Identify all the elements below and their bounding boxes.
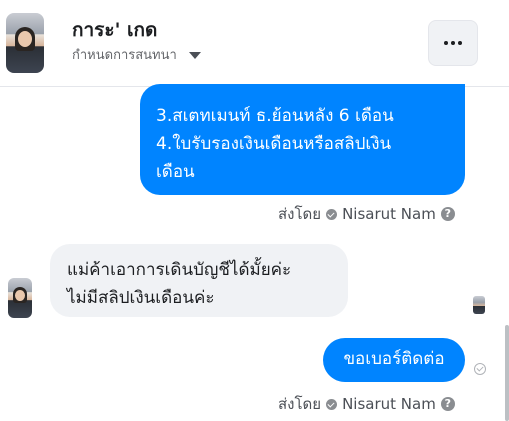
help-icon[interactable]: ? bbox=[440, 207, 455, 221]
incoming-message-bubble[interactable]: แม่ค้าเอาการเดินบัญชีได้มั้ยค่ะ ไม่มีสลิ… bbox=[50, 244, 348, 317]
conversation-settings-label: กำหนดการสนทนา bbox=[72, 48, 177, 63]
help-icon[interactable]: ? bbox=[440, 397, 455, 411]
more-options-button[interactable] bbox=[428, 20, 478, 66]
sent-by-indicator: ส่งโดย Nisarut Nam ? bbox=[278, 392, 455, 416]
seen-avatar-icon bbox=[473, 296, 485, 314]
conversation-settings-dropdown[interactable]: กำหนดการสนทนา bbox=[72, 44, 201, 65]
sent-by-label: ส่งโดย bbox=[278, 205, 322, 223]
outgoing-message-bubble[interactable]: ขอเบอร์ติดต่อ bbox=[323, 338, 465, 382]
contact-name[interactable]: การะ' เกด bbox=[72, 15, 157, 45]
sender-name[interactable]: Nisarut Nam bbox=[342, 395, 436, 413]
message-line: 3.สเตทเมนท์ ธ.ย้อนหลัง 6 เดือน bbox=[156, 106, 394, 126]
message-line: ไม่มีสลิปเงินเดือนค่ะ bbox=[67, 288, 215, 308]
message-line: 4.ใบรับรองเงินเดือนหรือสลิปเงิน bbox=[156, 134, 392, 154]
sent-check-icon bbox=[474, 363, 486, 375]
check-circle-icon bbox=[326, 398, 338, 410]
scrollbar[interactable] bbox=[505, 325, 509, 421]
caret-down-icon bbox=[188, 52, 201, 59]
conversation-header: การะ' เกด กำหนดการสนทนา bbox=[0, 0, 509, 86]
message-line: เดือน bbox=[156, 162, 195, 182]
sender-name[interactable]: Nisarut Nam bbox=[342, 205, 436, 223]
contact-avatar[interactable] bbox=[6, 13, 44, 73]
outgoing-message-bubble[interactable]: 3.สเตทเมนท์ ธ.ย้อนหลัง 6 เดือน 4.ใบรับรอ… bbox=[140, 84, 465, 195]
contact-avatar-small[interactable] bbox=[8, 278, 32, 318]
sent-by-label: ส่งโดย bbox=[278, 395, 322, 413]
message-line: แม่ค้าเอาการเดินบัญชีได้มั้ยค่ะ bbox=[67, 260, 292, 280]
more-horizontal-icon bbox=[444, 41, 462, 45]
sent-by-indicator: ส่งโดย Nisarut Nam ? bbox=[278, 202, 455, 226]
check-circle-icon bbox=[326, 208, 338, 220]
message-line: ขอเบอร์ติดต่อ bbox=[343, 349, 445, 369]
